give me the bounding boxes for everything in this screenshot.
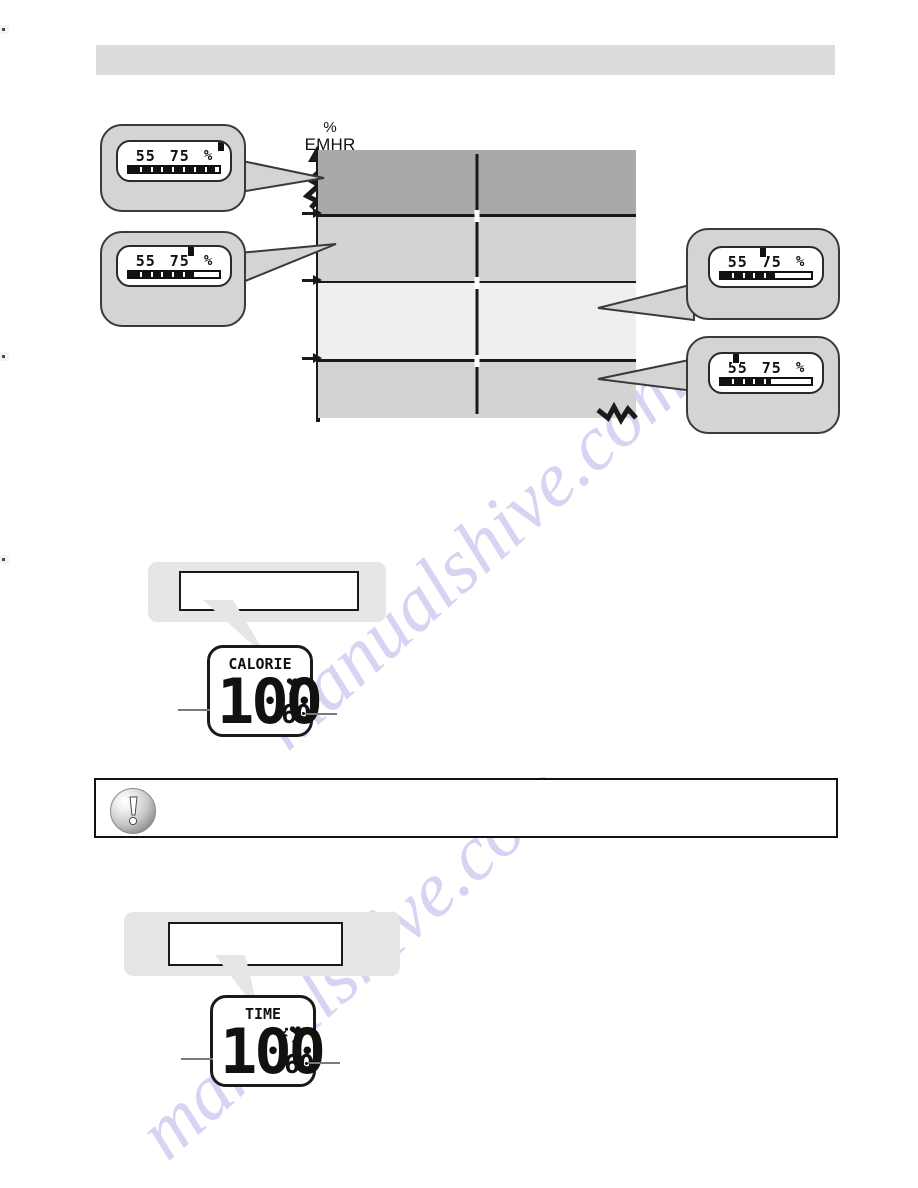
lcd-readout-row: 55 75 % [118,146,230,166]
divider-gap [474,355,480,367]
warning-note-box [94,778,838,838]
lcd-bar-marker [216,142,225,152]
callout-mid-left: 55 75 % [100,231,246,327]
lcd-heart-rate-value: 55 [135,147,156,165]
lcd-bar-marker [187,247,196,257]
divider-gap [474,210,480,222]
axis-label-percent: % [323,119,337,136]
emhr-zone-chart [318,150,636,418]
lcd-bar-ticks [129,167,219,172]
chart-break-zigzag-icon [596,398,642,426]
calorie-leader-left [178,709,210,711]
crop-mark-dot [2,558,5,561]
lcd-percent-value: 75 [761,359,782,377]
lcd-percent-symbol: % [795,254,805,270]
calorie-leader-right [305,713,337,715]
heart-icon: ❤ [286,675,299,692]
lcd-heart-rate-value: 55 [135,252,156,270]
lcd-bar-ticks [129,272,219,277]
exclamation-glyph [125,796,141,833]
lcd-screen-top-left: 55 75 % [116,140,232,182]
time-device-display: TIME 100 ❤ % 60 [210,995,326,1087]
callout-top-right: 55 75 % [686,228,840,320]
callout-bottom-right: 55 75 % [686,336,840,434]
heart-icon: ❤ [289,1023,302,1040]
lcd-percent-value: 75 [169,147,190,165]
header-bar [96,45,835,75]
time-sub-value: 60 [284,1050,314,1080]
exclamation-circle-icon [110,788,156,834]
lcd-screen-bottom-right: 55 75 % [708,352,824,394]
lcd-bar-ticks [721,273,811,278]
callout-pointer-bottom-right [597,355,698,401]
lcd-bar-ticks [721,379,811,384]
lcd-percent-symbol: % [203,253,213,269]
crop-mark-dot [2,28,5,31]
lcd-heart-rate-value: 55 [727,253,748,271]
calorie-sub-value: 60 [281,700,311,730]
lcd-readout-row: 55 75 % [118,251,230,271]
lcd-percent-symbol: % [203,148,213,164]
percent-symbol-label: % [292,1039,299,1050]
lcd-screen-top-right: 55 75 % [708,246,824,288]
zone-boundary-arrow-icon [302,208,322,219]
time-leader-right [308,1062,340,1064]
callout-pointer-top-right [597,282,698,328]
lcd-zone-bar [719,377,813,386]
crop-mark-dot [2,355,5,358]
lcd-zone-bar [127,270,221,279]
time-leader-left [181,1058,213,1060]
calorie-device-display: CALORIE 100 ❤ % 60 [207,645,323,737]
divider-gap [474,277,480,289]
lcd-zone-bar [719,271,813,280]
lcd-bar-marker [759,248,768,258]
lcd-percent-symbol: % [795,360,805,376]
lcd-readout-row: 55 75 % [710,358,822,378]
lcd-zone-bar [127,165,221,174]
lcd-screen-mid-left: 55 75 % [116,245,232,287]
lcd-bar-marker [732,354,741,364]
page-root: manualshive.com manualshive.com % EMHR 5… [0,0,918,1188]
zone-boundary-arrow-icon [302,353,322,364]
callout-top-left: 55 75 % [100,124,246,212]
